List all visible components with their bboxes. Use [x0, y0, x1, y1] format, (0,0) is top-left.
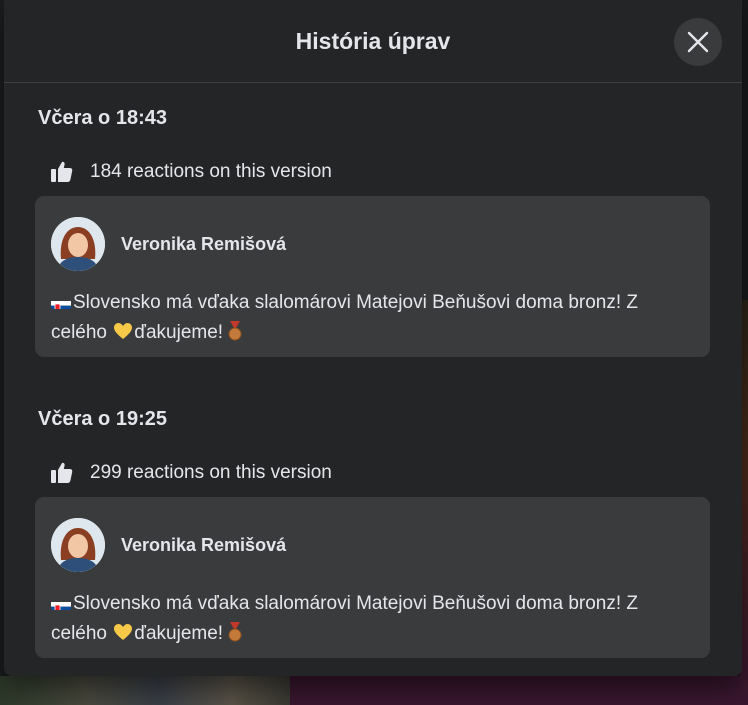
bronze-medal-icon	[227, 622, 243, 642]
post-text: Slovensko má vďaka slalomárovi Matejovi …	[51, 288, 691, 348]
version-date: Včera o 18:43	[38, 107, 167, 129]
post-text: Slovensko má vďaka slalomárovi Matejovi …	[51, 589, 691, 649]
thumbs-up-icon	[50, 160, 74, 184]
close-icon	[687, 31, 709, 53]
avatar[interactable]	[51, 518, 105, 572]
post-text-line1: Slovensko má vďaka slalomárovi Matejovi …	[73, 292, 639, 313]
author-name[interactable]: Veronika Remišová	[121, 234, 286, 255]
yellow-heart-icon	[113, 320, 133, 339]
post-version-card: Veronika Remišová Slovensko má vďaka sla…	[35, 196, 710, 357]
post-version-card: Veronika Remišová Slovensko má vďaka sla…	[35, 497, 710, 658]
thumbs-up-icon	[50, 461, 74, 485]
slovakia-flag-icon	[51, 596, 71, 610]
author-name[interactable]: Veronika Remišová	[121, 535, 286, 556]
reactions-count: 299 reactions on this version	[90, 462, 332, 483]
yellow-heart-icon	[113, 621, 133, 640]
dialog-title: História úprav	[295, 27, 451, 54]
version-date: Včera o 19:25	[38, 408, 167, 430]
post-text-line2a: celého	[51, 322, 113, 343]
avatar[interactable]	[51, 217, 105, 271]
post-text-line2a: celého	[51, 623, 113, 644]
reactions-row[interactable]: 299 reactions on this version	[50, 460, 332, 486]
reactions-count: 184 reactions on this version	[90, 161, 332, 182]
dialog-header: História úprav	[4, 0, 742, 83]
bronze-medal-icon	[227, 321, 243, 341]
reactions-row[interactable]: 184 reactions on this version	[50, 159, 332, 185]
post-text-line1: Slovensko má vďaka slalomárovi Matejovi …	[73, 593, 639, 614]
backdrop-post-area	[290, 676, 748, 705]
close-button[interactable]	[674, 18, 722, 66]
slovakia-flag-icon	[51, 295, 71, 309]
backdrop-photo-strip	[0, 676, 290, 705]
post-text-line2b: ďakujeme!	[134, 322, 224, 343]
post-text-line2b: ďakujeme!	[134, 623, 224, 644]
edit-history-dialog: História úprav Včera o 18:43 184 reactio…	[4, 0, 742, 676]
